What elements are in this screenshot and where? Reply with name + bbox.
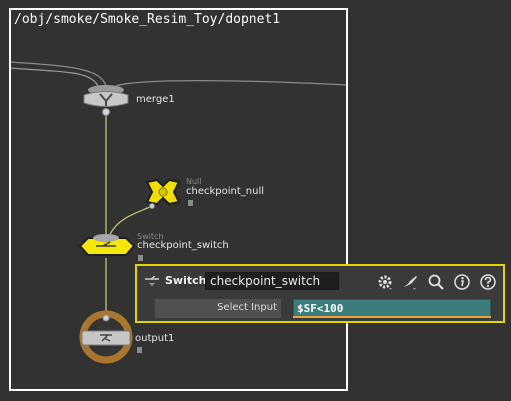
node-type-name: Switch — [165, 274, 207, 287]
brush-button[interactable] — [400, 272, 420, 292]
output-node-label[interactable]: output1 — [135, 333, 174, 344]
parameter-row-select-input: Select Input — [137, 296, 503, 321]
null-node-type: Null — [186, 177, 202, 186]
help-icon — [480, 274, 496, 290]
panel-header: Switch — [137, 266, 503, 296]
network-path-frame — [9, 8, 348, 391]
search-button[interactable] — [426, 272, 446, 292]
brush-icon — [403, 276, 417, 290]
merge-node-label[interactable]: merge1 — [136, 94, 175, 105]
expression-indicator — [293, 316, 491, 318]
network-path: /obj/smoke/Smoke_Resim_Toy/dopnet1 — [14, 12, 281, 27]
node-name-field[interactable] — [205, 272, 339, 290]
gear-button[interactable] — [375, 272, 395, 292]
switch-type-icon — [145, 276, 159, 286]
null-node-label[interactable]: checkpoint_null — [186, 186, 264, 197]
parameter-panel: Switch checkpoint_switch Select Input $S… — [135, 264, 505, 323]
param-label-box: Select Input — [155, 299, 281, 318]
info-icon — [454, 274, 470, 290]
select-input-label: Select Input — [217, 302, 277, 313]
switch-node-label[interactable]: checkpoint_switch — [137, 240, 229, 251]
info-button[interactable] — [452, 272, 472, 292]
magnifier-icon — [428, 274, 444, 290]
gear-icon — [378, 275, 392, 290]
help-button[interactable] — [478, 272, 498, 292]
